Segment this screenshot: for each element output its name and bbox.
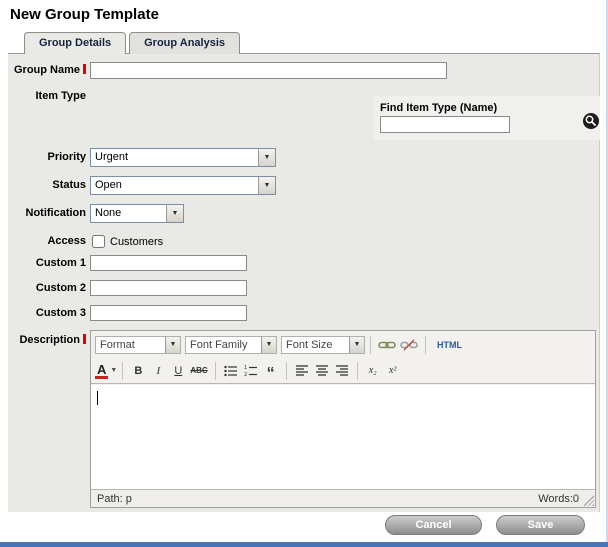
status-label: Status xyxy=(8,179,86,191)
notification-label: Notification xyxy=(8,207,86,219)
window-bottom-edge xyxy=(0,542,608,547)
page-title: New Group Template xyxy=(10,6,159,23)
save-button[interactable]: Save xyxy=(496,515,585,535)
custom2-label-text: Custom 2 xyxy=(36,282,86,294)
custom3-label: Custom 3 xyxy=(8,307,86,319)
editor-path-status: Path: p xyxy=(97,493,132,505)
access-label: Access xyxy=(8,235,86,247)
notification-selected-value: None xyxy=(91,205,166,222)
editor-toolbar-row1: Format ▼ Font Family ▼ Font Size ▼ xyxy=(91,331,595,358)
italic-button[interactable]: I xyxy=(149,362,167,380)
find-item-type-input[interactable] xyxy=(380,116,510,133)
custom3-input[interactable] xyxy=(90,305,247,321)
resize-handle[interactable] xyxy=(583,495,594,506)
priority-label: Priority xyxy=(8,151,86,163)
form-panel: Group Name Item Type Find Item Type (Nam… xyxy=(8,53,600,512)
superscript-button[interactable]: x² xyxy=(384,362,402,380)
subscript-button[interactable]: x₂ xyxy=(364,362,382,380)
format-selected-value: Format xyxy=(96,337,165,353)
remove-link-icon[interactable] xyxy=(399,336,419,354)
chevron-down-icon[interactable]: ▼ xyxy=(258,149,275,166)
custom2-input[interactable] xyxy=(90,280,247,296)
chevron-down-icon[interactable]: ▼ xyxy=(166,205,183,222)
text-caret xyxy=(97,391,98,405)
customers-checkbox-label: Customers xyxy=(110,236,163,248)
chevron-down-icon[interactable]: ▼ xyxy=(349,337,364,353)
access-label-text: Access xyxy=(47,235,86,247)
group-name-input[interactable] xyxy=(90,62,447,79)
status-selected-value: Open xyxy=(91,177,258,194)
tab-group-details-label: Group Details xyxy=(39,37,111,49)
description-label-text: Description xyxy=(19,334,80,346)
toolbar-separator xyxy=(122,362,123,380)
chevron-down-icon: ▼ xyxy=(110,367,117,374)
chevron-down-icon[interactable]: ▼ xyxy=(165,337,180,353)
toolbar-separator xyxy=(357,362,358,380)
notification-label-text: Notification xyxy=(26,207,87,219)
description-rich-text-editor: Format ▼ Font Family ▼ Font Size ▼ xyxy=(90,330,596,508)
bold-button[interactable]: B xyxy=(129,362,147,380)
blockquote-button[interactable]: “ xyxy=(262,362,280,380)
tab-bar: Group Details Group Analysis xyxy=(24,32,240,54)
underline-button[interactable]: U xyxy=(169,362,187,380)
custom1-label-text: Custom 1 xyxy=(36,257,86,269)
toolbar-separator xyxy=(370,336,371,354)
toolbar-separator xyxy=(425,336,426,354)
font-color-label: A xyxy=(95,363,108,379)
notification-select[interactable]: None ▼ xyxy=(90,204,184,223)
priority-select[interactable]: Urgent ▼ xyxy=(90,148,276,167)
font-size-selected-value: Font Size xyxy=(282,337,349,353)
toolbar-separator xyxy=(286,362,287,380)
description-label: Description xyxy=(8,334,86,346)
required-marker xyxy=(83,64,86,74)
bullet-list-icon[interactable] xyxy=(222,362,240,380)
font-family-select[interactable]: Font Family ▼ xyxy=(185,336,277,354)
format-select[interactable]: Format ▼ xyxy=(95,336,181,354)
chevron-down-icon[interactable]: ▼ xyxy=(261,337,276,353)
align-right-icon[interactable] xyxy=(333,362,351,380)
custom1-input[interactable] xyxy=(90,255,247,271)
tab-group-details[interactable]: Group Details xyxy=(24,32,126,54)
search-icon[interactable] xyxy=(582,112,600,130)
editor-statusbar: Path: p Words:0 xyxy=(91,489,595,507)
html-source-button[interactable]: HTML xyxy=(437,340,462,350)
group-name-label: Group Name xyxy=(8,64,86,76)
custom2-label: Custom 2 xyxy=(8,282,86,294)
item-type-label-text: Item Type xyxy=(35,90,86,102)
priority-selected-value: Urgent xyxy=(91,149,258,166)
priority-label-text: Priority xyxy=(47,151,86,163)
cancel-button[interactable]: Cancel xyxy=(385,515,482,535)
group-name-label-text: Group Name xyxy=(14,64,80,76)
find-item-type-label: Find Item Type (Name) xyxy=(380,102,497,114)
custom1-label: Custom 1 xyxy=(8,257,86,269)
new-group-template-window: New Group Template Group Details Group A… xyxy=(0,0,608,547)
editor-word-count: Words:0 xyxy=(538,493,579,505)
insert-link-icon[interactable] xyxy=(377,336,397,354)
toolbar-separator xyxy=(215,362,216,380)
font-color-button[interactable]: A ▼ xyxy=(95,363,117,379)
numbered-list-icon[interactable]: 1 2 xyxy=(242,362,260,380)
customers-checkbox[interactable] xyxy=(92,235,105,248)
editor-toolbar-row2: A ▼ B I U ABC 1 xyxy=(91,358,595,384)
status-select[interactable]: Open ▼ xyxy=(90,176,276,195)
svg-text:2: 2 xyxy=(244,372,247,377)
tab-group-analysis[interactable]: Group Analysis xyxy=(129,32,240,54)
item-type-label: Item Type xyxy=(8,90,86,102)
tab-group-analysis-label: Group Analysis xyxy=(144,37,225,49)
align-left-icon[interactable] xyxy=(293,362,311,380)
custom3-label-text: Custom 3 xyxy=(36,307,86,319)
font-family-selected-value: Font Family xyxy=(186,337,261,353)
chevron-down-icon[interactable]: ▼ xyxy=(258,177,275,194)
status-label-text: Status xyxy=(52,179,86,191)
description-edit-area[interactable] xyxy=(91,385,595,489)
required-marker xyxy=(83,334,86,344)
align-center-icon[interactable] xyxy=(313,362,331,380)
svg-text:1: 1 xyxy=(244,365,247,371)
font-size-select[interactable]: Font Size ▼ xyxy=(281,336,365,354)
strikethrough-button[interactable]: ABC xyxy=(189,362,208,380)
